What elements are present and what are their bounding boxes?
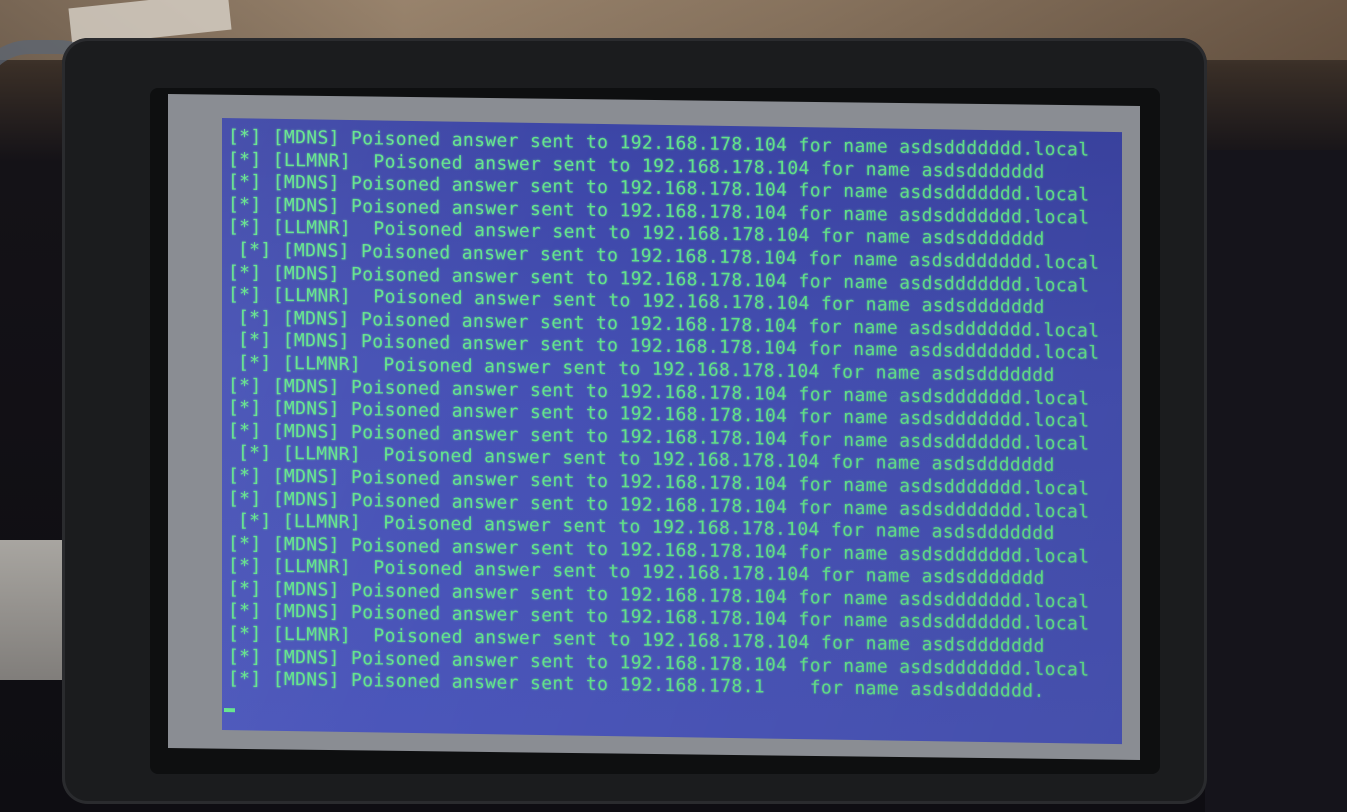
terminal-screen[interactable]: [*] [MDNS] Poisoned answer sent to 192.1… xyxy=(222,118,1122,745)
photo-scene: [*] [MDNS] Poisoned answer sent to 192.1… xyxy=(0,0,1347,812)
text-cursor xyxy=(224,708,235,713)
terminal-output: [*] [MDNS] Poisoned answer sent to 192.1… xyxy=(228,126,1118,705)
background-object xyxy=(1205,150,1347,812)
connector-block xyxy=(0,540,62,680)
